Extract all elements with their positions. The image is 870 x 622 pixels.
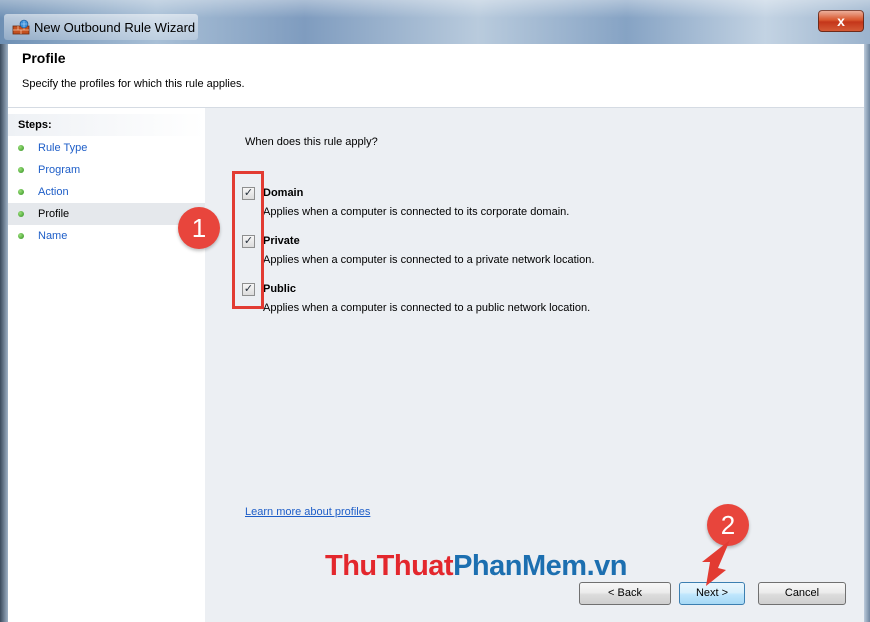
domain-label[interactable]: Domain [263,187,303,199]
private-label[interactable]: Private [263,235,300,247]
step-badge-1: 1 [178,207,220,249]
main-content: When does this rule apply? ✓ Domain Appl… [205,108,864,622]
step-bullet-icon [18,145,24,151]
public-description: Applies when a computer is connected to … [263,302,591,314]
window-title: New Outbound Rule Wizard [34,20,196,35]
step-bullet-icon [18,167,24,173]
step-label: Rule Type [38,142,88,154]
private-description: Applies when a computer is connected to … [263,254,595,266]
rule-question: When does this rule apply? [245,136,378,148]
step-bullet-icon [18,233,24,239]
step-label: Program [38,164,81,176]
step-label: Name [38,230,68,242]
cancel-button[interactable]: Cancel [758,582,846,605]
close-icon: x [837,13,845,29]
step-name[interactable]: Name [8,225,205,247]
learn-more-link[interactable]: Learn more about profiles [245,506,370,518]
page-description: Specify the profiles for which this rule… [22,78,245,90]
watermark-part-1: ThuThuat [325,550,454,582]
title-bar[interactable]: New Outbound Rule Wizard x [0,0,870,44]
step-program[interactable]: Program [8,159,205,181]
firewall-app-icon [12,19,30,35]
steps-title: Steps: [8,114,205,136]
watermark-part-2: PhanMem [453,550,587,582]
window-frame-right [864,44,870,622]
watermark-logo: ThuThuatPhanMem.vn [325,550,627,583]
close-button[interactable]: x [818,10,864,32]
step-label: Profile [38,208,70,220]
pointer-arrow-icon [702,540,730,586]
step-profile[interactable]: Profile [8,203,205,225]
step-bullet-icon [18,211,24,217]
step-bullet-icon [18,189,24,195]
domain-description: Applies when a computer is connected to … [263,206,570,218]
back-button[interactable]: < Back [579,582,671,605]
step-action[interactable]: Action [8,181,205,203]
step-rule-type[interactable]: Rule Type [8,137,205,159]
public-label[interactable]: Public [263,283,296,295]
page-title: Profile [22,50,66,66]
highlight-box [232,171,264,309]
watermark-part-3: .vn [586,550,628,582]
window-frame-left [0,44,8,622]
steps-sidebar: Steps: Rule Type Program Action Profile … [8,108,205,622]
wizard-window: New Outbound Rule Wizard x Profile Speci… [0,0,870,622]
step-label: Action [38,186,69,198]
wizard-header: Profile Specify the profiles for which t… [8,44,864,108]
